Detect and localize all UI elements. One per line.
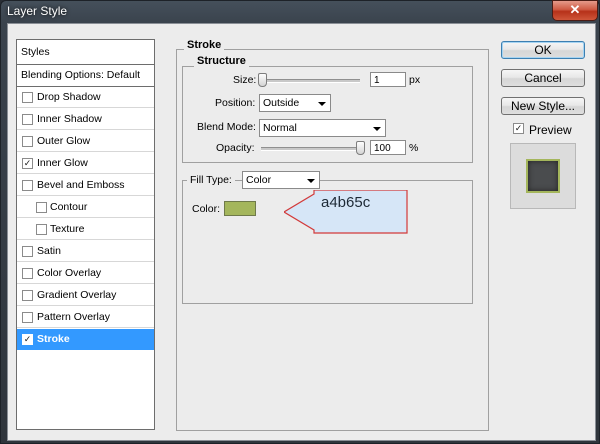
color-label: Color: [192,203,221,215]
stroke-section-title: Stroke [184,39,225,51]
sidebar-item-label: Outer Glow [37,135,91,147]
layer-style-dialog: Layer Style ✕ Styles Blending Options: D… [0,0,600,444]
sidebar-item-label: Satin [37,245,61,257]
sidebar-item-texture[interactable]: Texture [17,219,154,240]
sidebar-item-gradient-overlay[interactable]: Gradient Overlay [17,285,154,306]
chevron-down-icon [307,179,315,183]
stroke-checkbox[interactable]: ✓ [22,334,33,345]
close-icon: ✕ [569,2,581,17]
blending-options-item[interactable]: Blending Options: Default [17,65,154,87]
outer-glow-checkbox[interactable] [22,136,33,147]
sidebar-item-label: Texture [50,223,85,235]
ok-button[interactable]: OK [501,41,585,59]
inner-glow-checkbox[interactable]: ✓ [22,158,33,169]
blend-mode-value: Normal [263,122,297,134]
sidebar-item-stroke[interactable]: ✓ Stroke [17,329,154,350]
position-select[interactable]: Outside [259,94,331,112]
styles-list: Styles Blending Options: Default Drop Sh… [16,39,155,430]
texture-checkbox[interactable] [36,224,47,235]
gradient-overlay-checkbox[interactable] [22,290,33,301]
position-value: Outside [263,97,300,109]
styles-header[interactable]: Styles [17,40,154,65]
blending-options-label: Blending Options: Default [21,69,141,81]
preview-label: Preview [529,123,572,137]
sidebar-item-satin[interactable]: Satin [17,241,154,262]
sidebar-item-label: Gradient Overlay [37,289,117,301]
fill-type-value: Color [246,174,272,186]
sidebar-item-contour[interactable]: Contour [17,197,154,218]
opacity-input[interactable]: 100 [370,140,406,155]
preview-checkbox[interactable]: ✓ [513,123,524,134]
size-slider-track[interactable] [261,79,360,83]
preview-thumbnail [510,143,576,209]
position-label: Position: [215,97,256,109]
stroke-color-swatch[interactable] [224,201,256,216]
drop-shadow-checkbox[interactable] [22,92,33,103]
inner-shadow-checkbox[interactable] [22,114,33,125]
window-title: Layer Style [7,4,68,18]
opacity-slider-track[interactable] [261,147,362,151]
opacity-slider-thumb[interactable] [356,141,365,155]
close-button[interactable]: ✕ [552,0,598,21]
size-slider-thumb[interactable] [258,73,267,87]
sidebar-item-bevel-emboss[interactable]: Bevel and Emboss [17,175,154,196]
size-input[interactable]: 1 [370,72,406,87]
blend-mode-select[interactable]: Normal [259,119,386,137]
chevron-down-icon [373,127,381,131]
sidebar-item-outer-glow[interactable]: Outer Glow [17,131,154,152]
preview-swatch [526,159,560,193]
size-label: Size: [233,74,257,86]
sidebar-item-color-overlay[interactable]: Color Overlay [17,263,154,284]
sidebar-item-label: Inner Shadow [37,113,102,125]
structure-title: Structure [194,55,249,67]
size-unit: px [409,74,421,86]
sidebar-item-pattern-overlay[interactable]: Pattern Overlay [17,307,154,328]
satin-checkbox[interactable] [22,246,33,257]
fill-type-select[interactable]: Color [242,171,320,189]
opacity-label: Opacity: [216,142,255,154]
sidebar-item-label: Inner Glow [37,157,88,169]
bevel-emboss-checkbox[interactable] [22,180,33,191]
chevron-down-icon [318,102,326,106]
blend-mode-label: Blend Mode: [197,121,256,133]
sidebar-item-label: Stroke [37,333,70,345]
sidebar-item-drop-shadow[interactable]: Drop Shadow [17,87,154,108]
sidebar-item-inner-glow[interactable]: ✓ Inner Glow [17,153,154,174]
callout-text: a4b65c [321,194,371,211]
new-style-button[interactable]: New Style... [501,97,585,115]
color-overlay-checkbox[interactable] [22,268,33,279]
styles-header-label: Styles [21,46,50,58]
sidebar-item-label: Drop Shadow [37,91,101,103]
cancel-button[interactable]: Cancel [501,69,585,87]
sidebar-item-label: Pattern Overlay [37,311,110,323]
color-callout: a4b65c [284,190,408,234]
pattern-overlay-checkbox[interactable] [22,312,33,323]
opacity-unit: % [409,142,419,154]
fill-type-label: Fill Type: [187,174,235,186]
sidebar-item-inner-shadow[interactable]: Inner Shadow [17,109,154,130]
sidebar-item-label: Contour [50,201,88,213]
sidebar-item-label: Color Overlay [37,267,102,279]
title-bar[interactable]: Layer Style ✕ [1,0,599,23]
contour-checkbox[interactable] [36,202,47,213]
sidebar-item-label: Bevel and Emboss [37,179,125,191]
